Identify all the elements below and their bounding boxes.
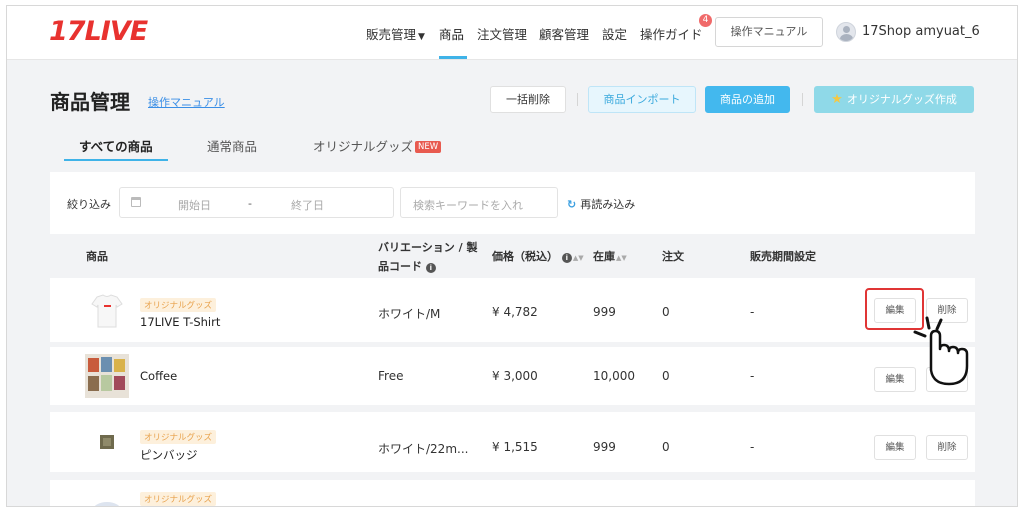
column-header-price[interactable]: 価格（税込） i ▲▼ xyxy=(492,248,584,264)
variation-header-line2: 品コード xyxy=(378,260,422,273)
price-cell: ¥ 1,515 xyxy=(492,440,538,454)
product-name[interactable]: ピンバッジ xyxy=(140,447,198,463)
reload-label: 再読み込み xyxy=(580,198,636,211)
price-cell: ¥ 4,782 xyxy=(492,305,538,319)
search-input[interactable]: 検索キーワードを入れ xyxy=(400,187,558,218)
stock-header-label: 在庫 xyxy=(593,250,615,263)
active-nav-indicator xyxy=(439,56,467,59)
app-window: 17LIVE 販売管理 ▼ 商品 注文管理 顧客管理 設定 操作ガイド 4 操作マ… xyxy=(6,5,1018,507)
notification-badge: 4 xyxy=(699,14,712,27)
page-title: 商品管理 xyxy=(50,90,130,114)
create-original-goods-label: オリジナルグッズ作成 xyxy=(846,93,957,106)
table-row: オリジナルグッズ xyxy=(50,480,975,506)
calendar-icon xyxy=(131,197,141,207)
refresh-icon: ↻ xyxy=(567,198,577,211)
tab-original-goods[interactable]: オリジナルグッズ NEW xyxy=(313,136,442,155)
price-header-label: 価格（税込） xyxy=(492,250,558,263)
sale-period-cell: - xyxy=(750,440,755,454)
nav-products[interactable]: 商品 xyxy=(439,24,464,43)
table-header: 商品 バリエーション / 製品コード i 価格（税込） i ▲▼ 在庫▲▼ 注文 … xyxy=(50,234,975,276)
pointing-hand-icon xyxy=(913,316,969,386)
caret-down-icon: ▼ xyxy=(418,32,425,42)
add-product-button[interactable]: 商品の追加 xyxy=(705,86,790,113)
reload-button[interactable]: ↻ 再読み込み xyxy=(567,196,635,212)
table-row: Coffee Free ¥ 3,000 10,000 0 - 編集 削除 xyxy=(50,347,975,405)
filter-bar: 絞り込み 開始日 - 終了日 検索キーワードを入れ ↻ 再読み込み xyxy=(50,172,975,234)
table-row: オリジナルグッズ 17LIVE T-Shirt ホワイト/M ¥ 4,782 9… xyxy=(50,278,975,342)
orders-cell: 0 xyxy=(662,369,670,383)
product-thumbnail[interactable] xyxy=(85,494,129,506)
variation-header-line1: バリエーション / 製 xyxy=(378,241,478,254)
bulk-delete-button[interactable]: 一括削除 xyxy=(490,86,566,113)
star-icon: ★ xyxy=(831,92,843,107)
column-header-sale-period: 販売期間設定 xyxy=(750,250,816,263)
active-tab-indicator xyxy=(64,159,168,161)
column-header-orders: 注文 xyxy=(662,250,684,263)
start-date-placeholder: 開始日 xyxy=(178,199,211,212)
product-thumbnail[interactable] xyxy=(85,354,129,398)
orders-cell: 0 xyxy=(662,305,670,319)
username[interactable]: 17Shop amyuat_6 xyxy=(862,24,980,39)
create-original-goods-button[interactable]: ★ オリジナルグッズ作成 xyxy=(814,86,974,113)
new-badge: NEW xyxy=(415,141,442,153)
nav-settings[interactable]: 設定 xyxy=(602,24,627,43)
nav-sales-management-label: 販売管理 xyxy=(366,27,417,42)
divider xyxy=(577,93,578,106)
sort-icon[interactable]: ▲▼ xyxy=(573,254,584,262)
column-header-variation: バリエーション / 製品コード i xyxy=(378,239,477,274)
tab-normal-products[interactable]: 通常商品 xyxy=(207,136,257,155)
column-header-stock[interactable]: 在庫▲▼ xyxy=(593,248,627,264)
original-goods-tag: オリジナルグッズ xyxy=(140,492,217,506)
sale-period-cell: - xyxy=(750,369,755,383)
manual-link[interactable]: 操作マニュアル xyxy=(148,94,225,110)
tab-all-products[interactable]: すべての商品 xyxy=(79,136,153,155)
divider xyxy=(802,93,803,106)
nav-operation-guide[interactable]: 操作ガイド xyxy=(640,24,703,43)
product-name[interactable]: Coffee xyxy=(140,369,177,383)
nav-customer-management[interactable]: 顧客管理 xyxy=(539,24,589,43)
product-name[interactable]: 17LIVE T-Shirt xyxy=(140,315,220,329)
orders-cell: 0 xyxy=(662,440,670,454)
end-date-placeholder: 終了日 xyxy=(291,199,324,212)
product-thumbnail[interactable] xyxy=(85,288,129,332)
original-goods-tag: オリジナルグッズ xyxy=(140,430,217,444)
variation-cell: ホワイト/M xyxy=(378,307,441,321)
logo: 17LIVE xyxy=(49,16,148,47)
date-range-separator: - xyxy=(248,197,252,210)
info-icon[interactable]: i xyxy=(425,263,436,273)
sort-icon[interactable]: ▲▼ xyxy=(616,254,627,262)
edit-button[interactable]: 編集 xyxy=(874,435,916,460)
stock-cell: 999 xyxy=(593,440,616,454)
info-icon[interactable]: i xyxy=(561,253,572,263)
nav-order-management[interactable]: 注文管理 xyxy=(477,24,527,43)
filter-label: 絞り込み xyxy=(67,198,111,211)
top-navigation-bar: 17LIVE 販売管理 ▼ 商品 注文管理 顧客管理 設定 操作ガイド 4 操作マ… xyxy=(7,6,1017,60)
header-manual-button[interactable]: 操作マニュアル xyxy=(715,17,823,47)
stock-cell: 10,000 xyxy=(593,369,635,383)
tab-original-goods-label: オリジナルグッズ xyxy=(313,139,414,154)
delete-button[interactable]: 削除 xyxy=(926,435,968,460)
stock-cell: 999 xyxy=(593,305,616,319)
date-range-picker[interactable]: 開始日 - 終了日 xyxy=(119,187,394,218)
original-goods-tag: オリジナルグッズ xyxy=(140,298,217,312)
price-cell: ¥ 3,000 xyxy=(492,369,538,383)
avatar[interactable] xyxy=(836,22,856,42)
import-products-button[interactable]: 商品インポート xyxy=(588,86,696,113)
nav-sales-management[interactable]: 販売管理 ▼ xyxy=(366,24,425,43)
variation-cell: Free xyxy=(378,369,404,383)
sale-period-cell: - xyxy=(750,305,755,319)
table-row: オリジナルグッズ ピンバッジ ホワイト/22m... ¥ 1,515 999 0… xyxy=(50,412,975,472)
product-thumbnail[interactable] xyxy=(85,420,129,464)
variation-cell: ホワイト/22m... xyxy=(378,442,469,456)
column-header-product: 商品 xyxy=(86,250,108,263)
